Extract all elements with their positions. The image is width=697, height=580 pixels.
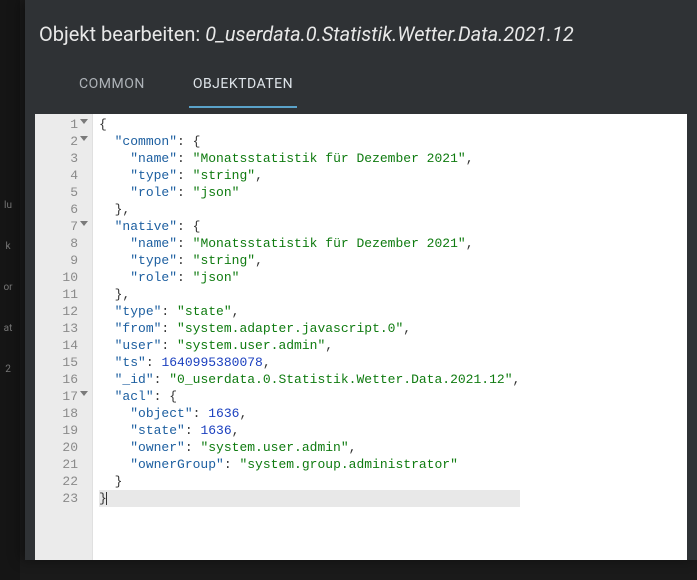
tab-objektdaten[interactable]: OBJEKTDATEN bbox=[189, 66, 297, 108]
tab-common[interactable]: COMMON bbox=[75, 66, 149, 108]
editor-gutter: 1234567891011121314151617181920212223 bbox=[35, 114, 93, 560]
editor-code[interactable]: { "common": { "name": "Monatsstatistik f… bbox=[93, 114, 526, 560]
side-hint: at bbox=[4, 323, 13, 334]
dialog-title: Objekt bearbeiten: 0_userdata.0.Statisti… bbox=[25, 0, 697, 56]
title-prefix: Objekt bearbeiten: bbox=[39, 22, 205, 46]
object-id: 0_userdata.0.Statistik.Wetter.Data.2021.… bbox=[205, 22, 574, 46]
json-editor[interactable]: 1234567891011121314151617181920212223 { … bbox=[35, 114, 687, 560]
dialog-tabs: COMMON OBJEKTDATEN bbox=[25, 56, 697, 108]
side-hint: 2 bbox=[5, 364, 11, 375]
app-sidebar: lu k or at 2 bbox=[0, 0, 20, 580]
side-hint: lu bbox=[4, 200, 12, 211]
side-hint: k bbox=[5, 241, 10, 252]
edit-object-dialog: Objekt bearbeiten: 0_userdata.0.Statisti… bbox=[25, 0, 697, 560]
side-hint: or bbox=[3, 282, 12, 293]
